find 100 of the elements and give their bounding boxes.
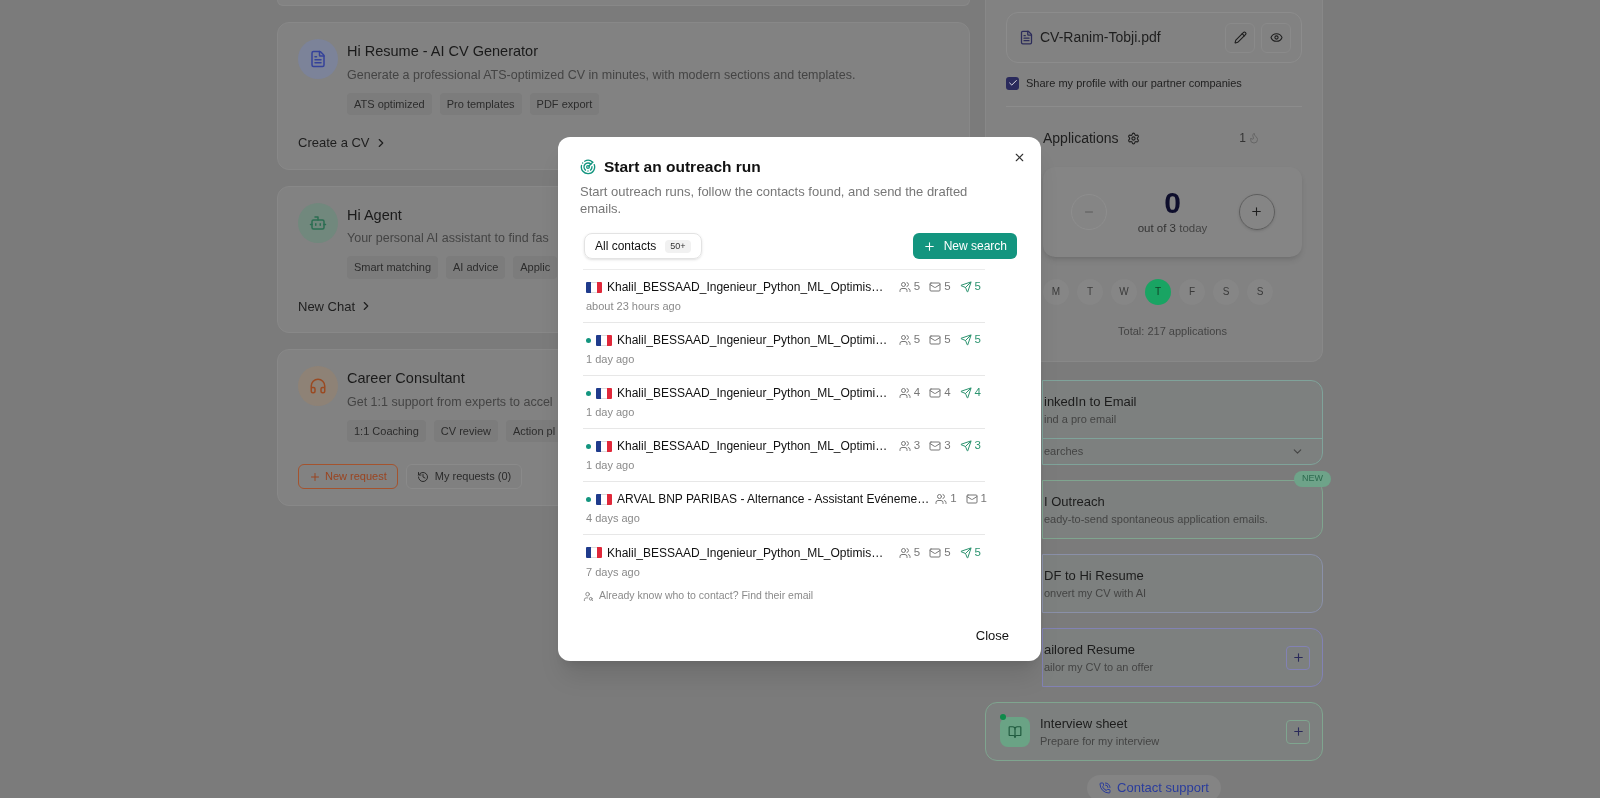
eye-icon [1269,31,1283,44]
plus-icon [1291,651,1305,664]
tool-card[interactable]: Interview sheet Prepare for my interview [985,702,1323,761]
emails-count: 3 [929,437,951,455]
tool-title: Interview sheet [1040,714,1129,733]
contacts-count: 5 [898,543,921,562]
emails-count: 4 [929,384,951,402]
flag-icon [586,547,602,558]
flag-icon [596,334,612,346]
sent-count: 5 [959,543,981,562]
searches-dropdown[interactable]: earches [1043,438,1322,464]
tool-card[interactable]: DF to Hi Resume onvert my CV with AI [1042,554,1323,613]
flame-icon [1248,132,1260,144]
card-link[interactable]: New Chat [298,296,374,316]
weekday: T [1145,278,1171,305]
run-time: 1 day ago [586,405,636,420]
add-button[interactable] [1286,719,1310,744]
tool-card[interactable]: inkedIn to Email ind a pro email earches [1042,380,1323,465]
tool-title: I Outreach [1044,492,1106,511]
tool-subtitle: eady-to-send spontaneous application emails. [1044,512,1269,527]
applications-count: 0 [1164,185,1181,220]
run-name: Khalil_BESSAAD_Ingenieur_Python_ML_Optimis… [607,279,885,296]
pencil-icon [1233,31,1247,44]
add-button[interactable] [1286,645,1310,670]
outreach-run-row[interactable]: Khalil_BESSAAD_Ingenieur_Python_ML_Optimi… 3 3 3 1 day ago [583,429,985,483]
view-button[interactable] [1261,22,1291,53]
tool-subtitle: onvert my CV with AI [1044,586,1148,601]
feature-tag: Applic [513,256,558,279]
flag-icon [586,281,602,293]
total-applications: Total: 217 applications [1118,323,1227,339]
weekday: F [1179,278,1205,305]
weekday: W [1111,278,1137,305]
run-time: 1 day ago [586,352,636,367]
flag-icon [596,493,612,505]
tool-card[interactable]: I Outreach eady-to-send spontaneous application emails. [1042,480,1323,539]
run-time: 1 day ago [586,458,636,473]
settings-icon [1126,131,1140,145]
run-name: ARVAL BNP PARIBAS - Alternance - Assistant Evéneme… [617,491,930,508]
my-requests-button[interactable]: My requests (0) [405,464,523,489]
contact-support-button[interactable]: Contact support [1087,775,1221,798]
sent-count: 5 [959,331,981,349]
run-name: Khalil_BESSAAD_Ingenieur_Python_ML_Optimi… [617,332,889,349]
card-title: Hi Agent [347,205,403,225]
history-icon [416,470,429,483]
find-email-link[interactable]: Already know who to contact? Find their email [599,588,814,604]
contacts-count: 4 [898,384,921,402]
card-description: Your personal AI assistant to find fas [347,230,550,248]
checkbox-label: Share my profile with our partner companies [1026,76,1242,91]
check-icon [1007,78,1018,89]
contacts-count: 1 [935,490,957,508]
weekday: T [1077,278,1103,305]
emails-count: 1 [965,490,987,508]
sent-count: 3 [959,437,981,455]
dialog-description: Start outreach runs, follow the contacts found, and send the drafted emails. [580,183,969,218]
robot-icon [298,202,338,243]
tool-subtitle: ailor my CV to an offer [1044,660,1155,675]
run-time: 7 days ago [586,564,641,580]
tool-title: inkedIn to Email [1044,392,1138,411]
outreach-run-row[interactable]: Khalil_BESSAAD_Ingenieur_Python_ML_Optimis… 5 5 5 7 days ago [583,535,985,589]
feature-tag: Smart matching [347,256,439,279]
tool-title: ailored Resume [1044,640,1137,659]
plus-icon [1291,725,1305,738]
sent-count: 5 [959,278,981,296]
outreach-run-row[interactable]: Khalil_BESSAAD_Ingenieur_Python_ML_Optimis… 5 5 5 about 23 hours ago [583,270,985,324]
plus-icon [922,239,936,253]
tool-card[interactable]: ailored Resume ailor my CV to an offer [1042,628,1323,687]
streak-count: 1 [1239,130,1246,147]
contacts-filter[interactable]: All contacts 50+ [584,233,702,260]
card-title: Hi Resume - AI CV Generator [347,42,539,61]
document-icon [1019,30,1034,45]
dialog-title: Start an outreach run [604,157,761,177]
document-icon [298,39,338,79]
run-name: Khalil_BESSAAD_Ingenieur_Python_ML_Optimis… [607,544,885,562]
close-button[interactable]: Close [975,626,1009,646]
edit-button[interactable] [1225,22,1255,53]
tool-subtitle: ind a pro email [1044,412,1118,427]
feature-tag: ATS optimized [347,92,432,115]
plus-icon [309,470,321,483]
run-time: 4 days ago [586,511,641,526]
feature-tag: PDF export [529,92,600,115]
emails-count: 5 [929,543,951,562]
outreach-run-row[interactable]: Khalil_BESSAAD_Ingenieur_Python_ML_Optimi… 4 4 4 1 day ago [583,376,985,430]
book-icon [1000,716,1030,747]
close-icon[interactable] [1013,151,1026,164]
phone-icon [1099,782,1112,794]
feature-tag: 1:1 Coaching [347,419,426,442]
card-link[interactable]: Create a CV [298,133,388,153]
contacts-count: 5 [898,331,921,349]
weekday: S [1247,278,1273,305]
goal-text: out of 3 today [1137,220,1208,236]
share-checkbox[interactable] [1006,76,1019,90]
feature-tag: AI advice [446,256,506,279]
card-description: Generate a professional ATS-optimized CV in minutes, with modern sections and templates. [347,66,856,84]
new-search-button[interactable]: New search [912,233,1017,260]
run-name: Khalil_BESSAAD_Ingenieur_Python_ML_Optimi… [617,385,889,402]
run-time: about 23 hours ago [586,299,682,314]
outreach-run-row[interactable]: ARVAL BNP PARIBAS - Alternance - Assistant Evéneme… 1 1 4 days ago [583,482,985,536]
tool-title: DF to Hi Resume [1044,566,1145,585]
radar-icon [580,158,596,175]
outreach-run-row[interactable]: Khalil_BESSAAD_Ingenieur_Python_ML_Optimi… 5 5 5 1 day ago [583,323,985,377]
